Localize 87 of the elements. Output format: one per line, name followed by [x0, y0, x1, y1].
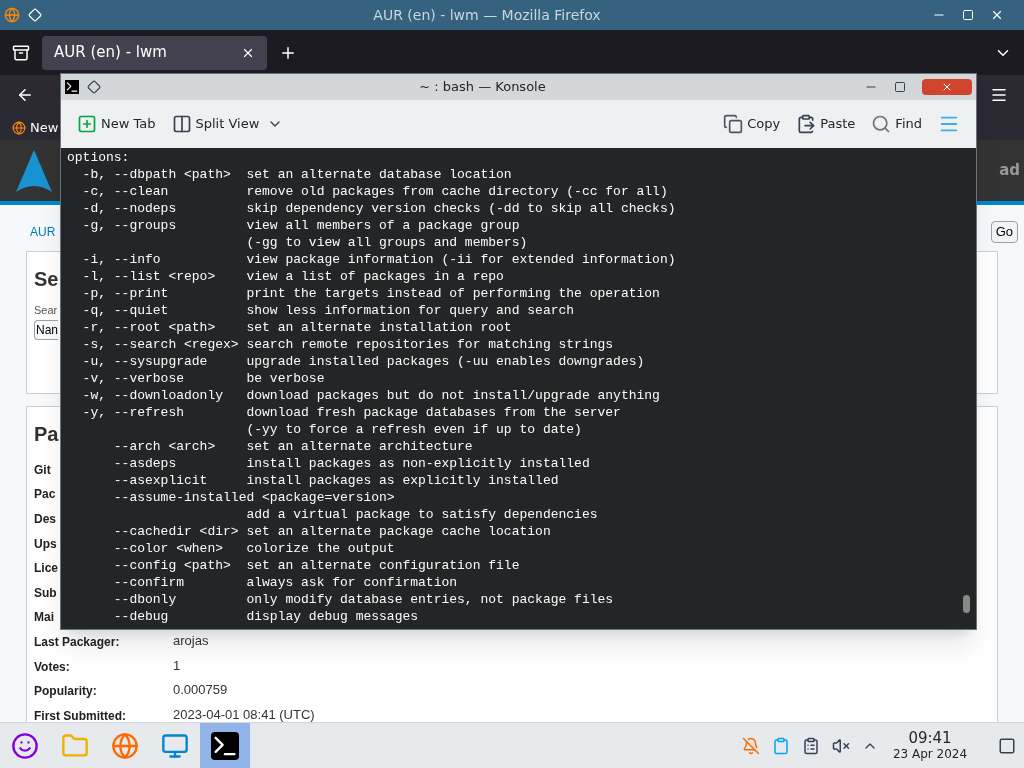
terminal-line: --debug display debug messages	[112, 608, 419, 625]
detail-value: 0.000759	[173, 681, 228, 700]
detail-label: Lice	[34, 561, 58, 576]
search-icon	[871, 114, 892, 134]
terminal-line: -r, --root <path> set an alternate installation root	[81, 319, 512, 336]
terminal-line: -l, --list <repo> view a list of packages in a repo	[81, 268, 504, 285]
terminal-line: --assume-installed <package=version>	[112, 489, 395, 506]
terminal-line: -w, --downloadonly download packages but do not install/upgrade anything	[81, 387, 660, 404]
terminal-line: --confirm always ask for confirmation	[112, 574, 458, 591]
terminal-line: (-yy to force a refresh even if up to date)	[245, 421, 582, 438]
terminal-line: -q, --quiet show less information for query and search	[81, 302, 575, 319]
toolbar-button[interactable]: Split View	[171, 114, 260, 134]
detail-value: arojas	[173, 632, 209, 651]
clipboard-icon[interactable]	[772, 736, 790, 755]
browser-icon	[111, 731, 139, 760]
split-view-icon	[171, 114, 192, 134]
copy-icon	[723, 114, 744, 134]
terminal-line: -u, --sysupgrade upgrade installed packages (-uu enables downgrades)	[81, 353, 645, 370]
terminal-line: add a virtual package to satisfy dependencies	[245, 506, 598, 523]
terminal-line: --cachedir <dir> set an alternate package cache location	[112, 523, 551, 540]
detail-label: Last Packager:	[34, 634, 120, 649]
go-button[interactable]: Go	[990, 221, 1018, 243]
detail-label: First Submitted:	[34, 708, 126, 722]
terminal-line: --asdeps install packages as non-explicitly installed	[112, 455, 590, 472]
clipboard-icon[interactable]	[802, 736, 820, 755]
terminal-line: (-gg to view all groups and members)	[245, 234, 528, 251]
terminal-line: -y, --refresh download fresh package databases from the server	[81, 404, 621, 421]
menu-icon[interactable]	[990, 86, 1008, 104]
detail-label: Pac	[34, 487, 56, 502]
window-title: AUR (en) - lwm — Mozilla Firefox	[372, 5, 602, 25]
breadcrumb-link[interactable]: AUR	[30, 222, 56, 241]
detail-label: Popularity:	[34, 684, 97, 699]
terminal-line: -p, --print print the targets instead of performing the operation	[81, 285, 660, 302]
select-field[interactable]: Nan	[34, 320, 58, 340]
taskbar-app[interactable]	[200, 722, 250, 768]
clock-time[interactable]: 09:41	[908, 728, 952, 748]
paste-icon	[796, 114, 817, 134]
terminal-line: --asexplicit install packages as explicitly installed	[112, 472, 559, 489]
detail-label: Ups	[34, 536, 57, 551]
browser-tab[interactable]: AUR (en) - lwm	[42, 35, 267, 70]
close-icon[interactable]	[990, 8, 1004, 22]
detail-value: 2023-04-01 08:41 (UTC)	[173, 706, 315, 722]
new-tab-icon	[77, 114, 97, 134]
window-title: ~ : bash — Konsole	[418, 78, 547, 97]
monitor-icon	[161, 731, 189, 760]
browser-icon	[4, 7, 20, 23]
bookmark-link[interactable]: New	[30, 117, 59, 138]
terminal-line: options:	[67, 149, 130, 166]
logo-icon	[16, 149, 52, 192]
clock-date[interactable]: 23 Apr 2024	[892, 747, 968, 763]
terminal-line: --dbonly only modify database entries, not package files	[112, 591, 614, 608]
terminal-line: -s, --search <regex> search remote repositories for matching strings	[81, 336, 614, 353]
detail-label: Votes:	[34, 659, 70, 674]
pin-icon[interactable]	[87, 80, 101, 94]
folder-icon	[61, 731, 89, 760]
close-icon	[941, 81, 953, 93]
detail-label: Mai	[34, 610, 54, 625]
maximize-icon[interactable]	[894, 81, 906, 93]
terminal-icon	[65, 80, 79, 94]
detail-label: Git	[34, 462, 51, 477]
detail-label: Sub	[34, 585, 57, 600]
detail-value: 1	[173, 656, 181, 675]
browser-icon	[12, 120, 26, 135]
scrollbar-thumb[interactable]	[963, 595, 970, 613]
terminal-line: -d, --nodeps skip dependency version checks (-dd to skip all checks)	[81, 200, 676, 217]
toolbar-button[interactable]: New Tab	[77, 114, 156, 134]
terminal-icon	[211, 731, 239, 760]
tab-list-icon[interactable]	[12, 43, 30, 62]
terminal-line: --config <path> set an alternate configuration file	[112, 557, 520, 574]
toolbar-button[interactable]: Copy	[723, 114, 781, 134]
terminal-line: -g, --groups view all members of a package group	[81, 217, 520, 234]
toolbar-button[interactable]: Paste	[796, 114, 856, 134]
field-label: Sear	[34, 302, 58, 318]
terminal-line: -i, --info view package information (-ii for extended information)	[81, 251, 676, 268]
nav-link[interactable]: ad	[999, 159, 1024, 182]
terminal-line: --arch <arch> set an alternate architecture	[112, 438, 473, 455]
back-icon[interactable]	[16, 86, 34, 104]
terminal-line: -c, --clean remove old packages from cache directory (-cc for all)	[81, 183, 668, 200]
terminal-line: --color <when> colorize the output	[112, 540, 395, 557]
card-heading: Se	[34, 266, 59, 292]
terminal-line: -v, --verbose be verbose	[81, 370, 325, 387]
card-heading: Pa	[34, 421, 59, 447]
detail-label: Des	[34, 512, 56, 526]
show-desktop-icon[interactable]	[998, 736, 1016, 755]
toolbar-button[interactable]: Find	[871, 114, 922, 134]
volume-icon[interactable]	[832, 736, 850, 755]
terminal-line: -b, --dbpath <path> set an alternate database location	[81, 166, 512, 183]
